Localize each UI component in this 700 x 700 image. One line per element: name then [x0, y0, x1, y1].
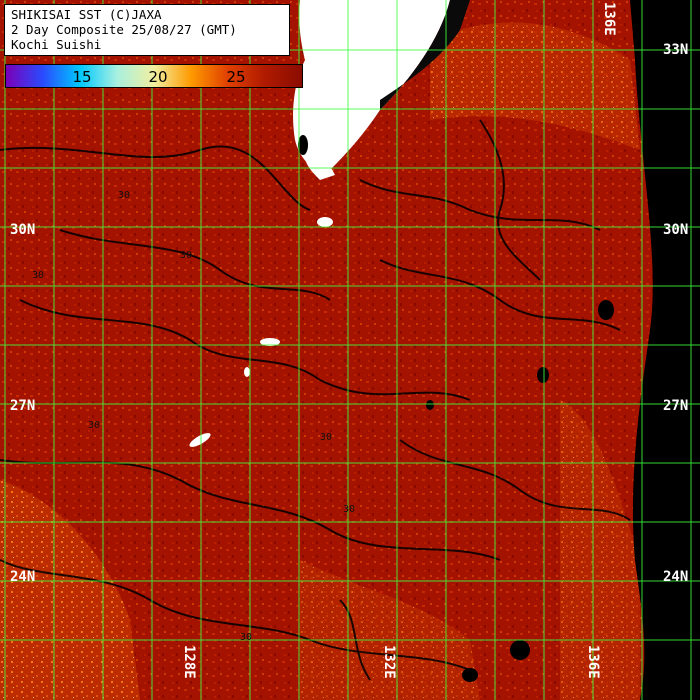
lon-label-132e-top: 132E: [402, 2, 418, 36]
lat-label-30n-left: 30N: [10, 222, 36, 238]
lon-label-136e-bottom: 136E: [585, 645, 601, 679]
sst-map: 30 30 30 30 30 30 30: [0, 0, 700, 700]
scale-tick-20: 20: [148, 68, 168, 86]
cloud-speck: [317, 217, 333, 227]
lon-label-132e-bottom: 132E: [381, 645, 397, 679]
info-box: SHIKISAI SST (C)JAXA 2 Day Composite 25/…: [4, 4, 290, 56]
lat-label-24n-right: 24N: [663, 569, 689, 585]
contour-label: 30: [320, 432, 332, 443]
lat-label-30n-right: 30N: [663, 222, 689, 238]
lon-label-136e-top: 136E: [601, 2, 617, 36]
island-dark: [537, 367, 549, 383]
contour-label: 30: [180, 250, 192, 261]
cloud-speck: [244, 367, 250, 377]
lat-label-33n-right: 33N: [663, 42, 689, 58]
contour-label: 30: [118, 190, 130, 201]
scale-tick-15: 15: [72, 68, 92, 86]
composite-date: 2 Day Composite 25/08/27 (GMT): [11, 22, 237, 37]
island-dark: [510, 640, 530, 660]
island-dark: [598, 300, 614, 320]
contour-label: 30: [240, 632, 252, 643]
source-label: Kochi Suishi: [11, 37, 102, 52]
sst-color-scale: 15 20 25: [5, 64, 303, 88]
lat-label-24n-left: 24N: [10, 569, 36, 585]
scale-tick-25: 25: [226, 68, 246, 86]
product-title: SHIKISAI SST (C)JAXA: [11, 7, 162, 22]
lat-label-27n-left: 27N: [10, 398, 36, 414]
island-dark: [426, 400, 434, 410]
contour-label: 30: [343, 504, 355, 515]
lat-label-27n-right: 27N: [663, 398, 689, 414]
contour-label: 30: [88, 420, 100, 431]
contour-label: 30: [32, 270, 44, 281]
island-dark: [462, 668, 478, 682]
lon-label-128e-bottom: 128E: [181, 645, 197, 679]
